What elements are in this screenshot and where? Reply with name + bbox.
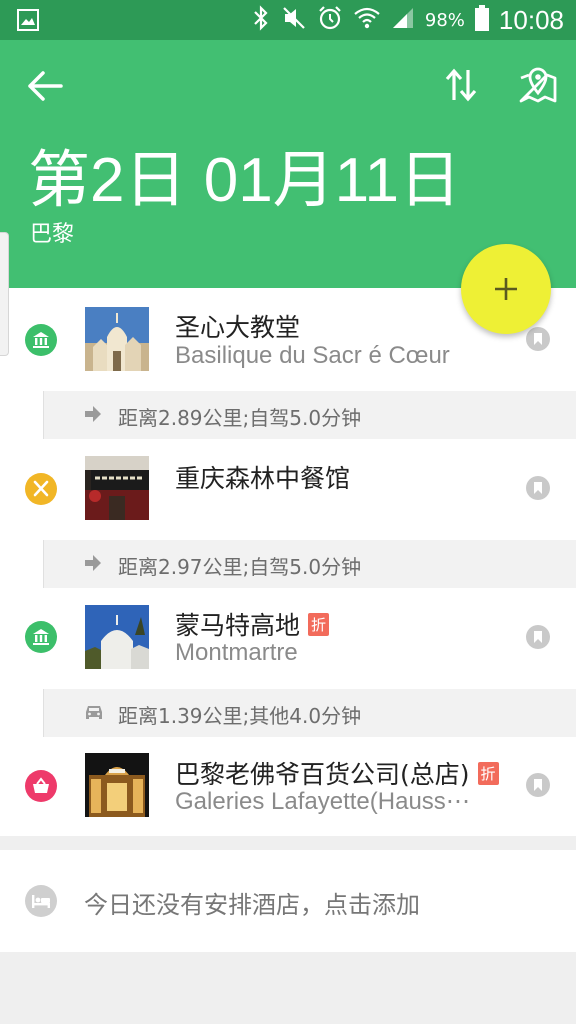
landmark-icon bbox=[25, 324, 57, 356]
route-segment[interactable]: 距离2.97公里;自驾5.0分钟 bbox=[44, 540, 576, 588]
battery-icon bbox=[474, 5, 489, 35]
add-place-button[interactable] bbox=[461, 244, 551, 334]
wifi-icon bbox=[353, 5, 381, 35]
signal-icon bbox=[391, 6, 415, 34]
place-subtitle: Basilique du Sacr é Cœur bbox=[175, 342, 450, 369]
discount-badge: 折 bbox=[477, 762, 499, 785]
route-text: 距离2.89公里;自驾5.0分钟 bbox=[118, 406, 362, 430]
itinerary-list: 圣心大教堂 Basilique du Sacr é Cœur 距离2.89公里;… bbox=[0, 288, 576, 836]
back-arrow-icon[interactable] bbox=[26, 68, 64, 108]
battery-percent: 98% bbox=[424, 9, 465, 31]
place-subtitle: Montmartre bbox=[175, 639, 298, 666]
bluetooth-icon bbox=[251, 5, 271, 35]
place-name: 蒙马特高地折 bbox=[175, 606, 330, 642]
add-hotel-row[interactable]: 今日还没有安排酒店，点击添加 bbox=[0, 850, 576, 952]
add-hotel-text: 今日还没有安排酒店，点击添加 bbox=[84, 891, 420, 919]
plus-icon bbox=[495, 278, 517, 300]
route-segment[interactable]: 距离1.39公里;其他4.0分钟 bbox=[44, 689, 576, 737]
status-bar: 98% 10:08 bbox=[0, 0, 576, 40]
bed-icon bbox=[25, 885, 57, 917]
place-name: 巴黎老佛爷百货公司(总店) 折 bbox=[175, 755, 499, 791]
alarm-icon bbox=[317, 5, 343, 35]
mute-icon bbox=[281, 5, 307, 35]
drawer-handle[interactable] bbox=[0, 232, 9, 356]
shopping-icon bbox=[25, 770, 57, 802]
list-item[interactable]: 巴黎老佛爷百货公司(总店) 折 Galeries Lafayette(Hauss⋯ bbox=[0, 737, 576, 836]
place-name: 重庆森林中餐馆 bbox=[175, 464, 351, 493]
place-photo bbox=[85, 753, 149, 817]
map-pin-icon[interactable] bbox=[518, 66, 558, 108]
bookmark-icon[interactable] bbox=[526, 476, 550, 500]
restaurant-icon bbox=[25, 473, 57, 505]
list-item[interactable]: 重庆森林中餐馆 bbox=[0, 439, 576, 540]
sort-icon[interactable] bbox=[444, 66, 478, 108]
bookmark-icon[interactable] bbox=[526, 625, 550, 649]
gallery-icon bbox=[16, 8, 40, 36]
bookmark-icon[interactable] bbox=[526, 327, 550, 351]
arrow-icon bbox=[84, 554, 102, 576]
car-icon bbox=[84, 703, 104, 725]
route-text: 距离1.39公里;其他4.0分钟 bbox=[118, 704, 362, 728]
list-item[interactable]: 蒙马特高地折 Montmartre bbox=[0, 588, 576, 689]
place-subtitle: Galeries Lafayette(Hauss⋯ bbox=[175, 788, 470, 815]
bookmark-icon[interactable] bbox=[526, 773, 550, 797]
page-title: 第2日 01月11日 bbox=[28, 146, 462, 215]
landmark-icon bbox=[25, 621, 57, 653]
place-photo bbox=[85, 456, 149, 520]
place-name: 圣心大教堂 bbox=[175, 313, 301, 342]
discount-badge: 折 bbox=[308, 613, 330, 636]
arrow-icon bbox=[84, 405, 102, 427]
clock: 10:08 bbox=[498, 4, 564, 35]
route-text: 距离2.97公里;自驾5.0分钟 bbox=[118, 555, 362, 579]
place-photo bbox=[85, 307, 149, 371]
city-subtitle: 巴黎 bbox=[30, 222, 75, 247]
route-segment[interactable]: 距离2.89公里;自驾5.0分钟 bbox=[44, 391, 576, 439]
place-photo bbox=[85, 605, 149, 669]
